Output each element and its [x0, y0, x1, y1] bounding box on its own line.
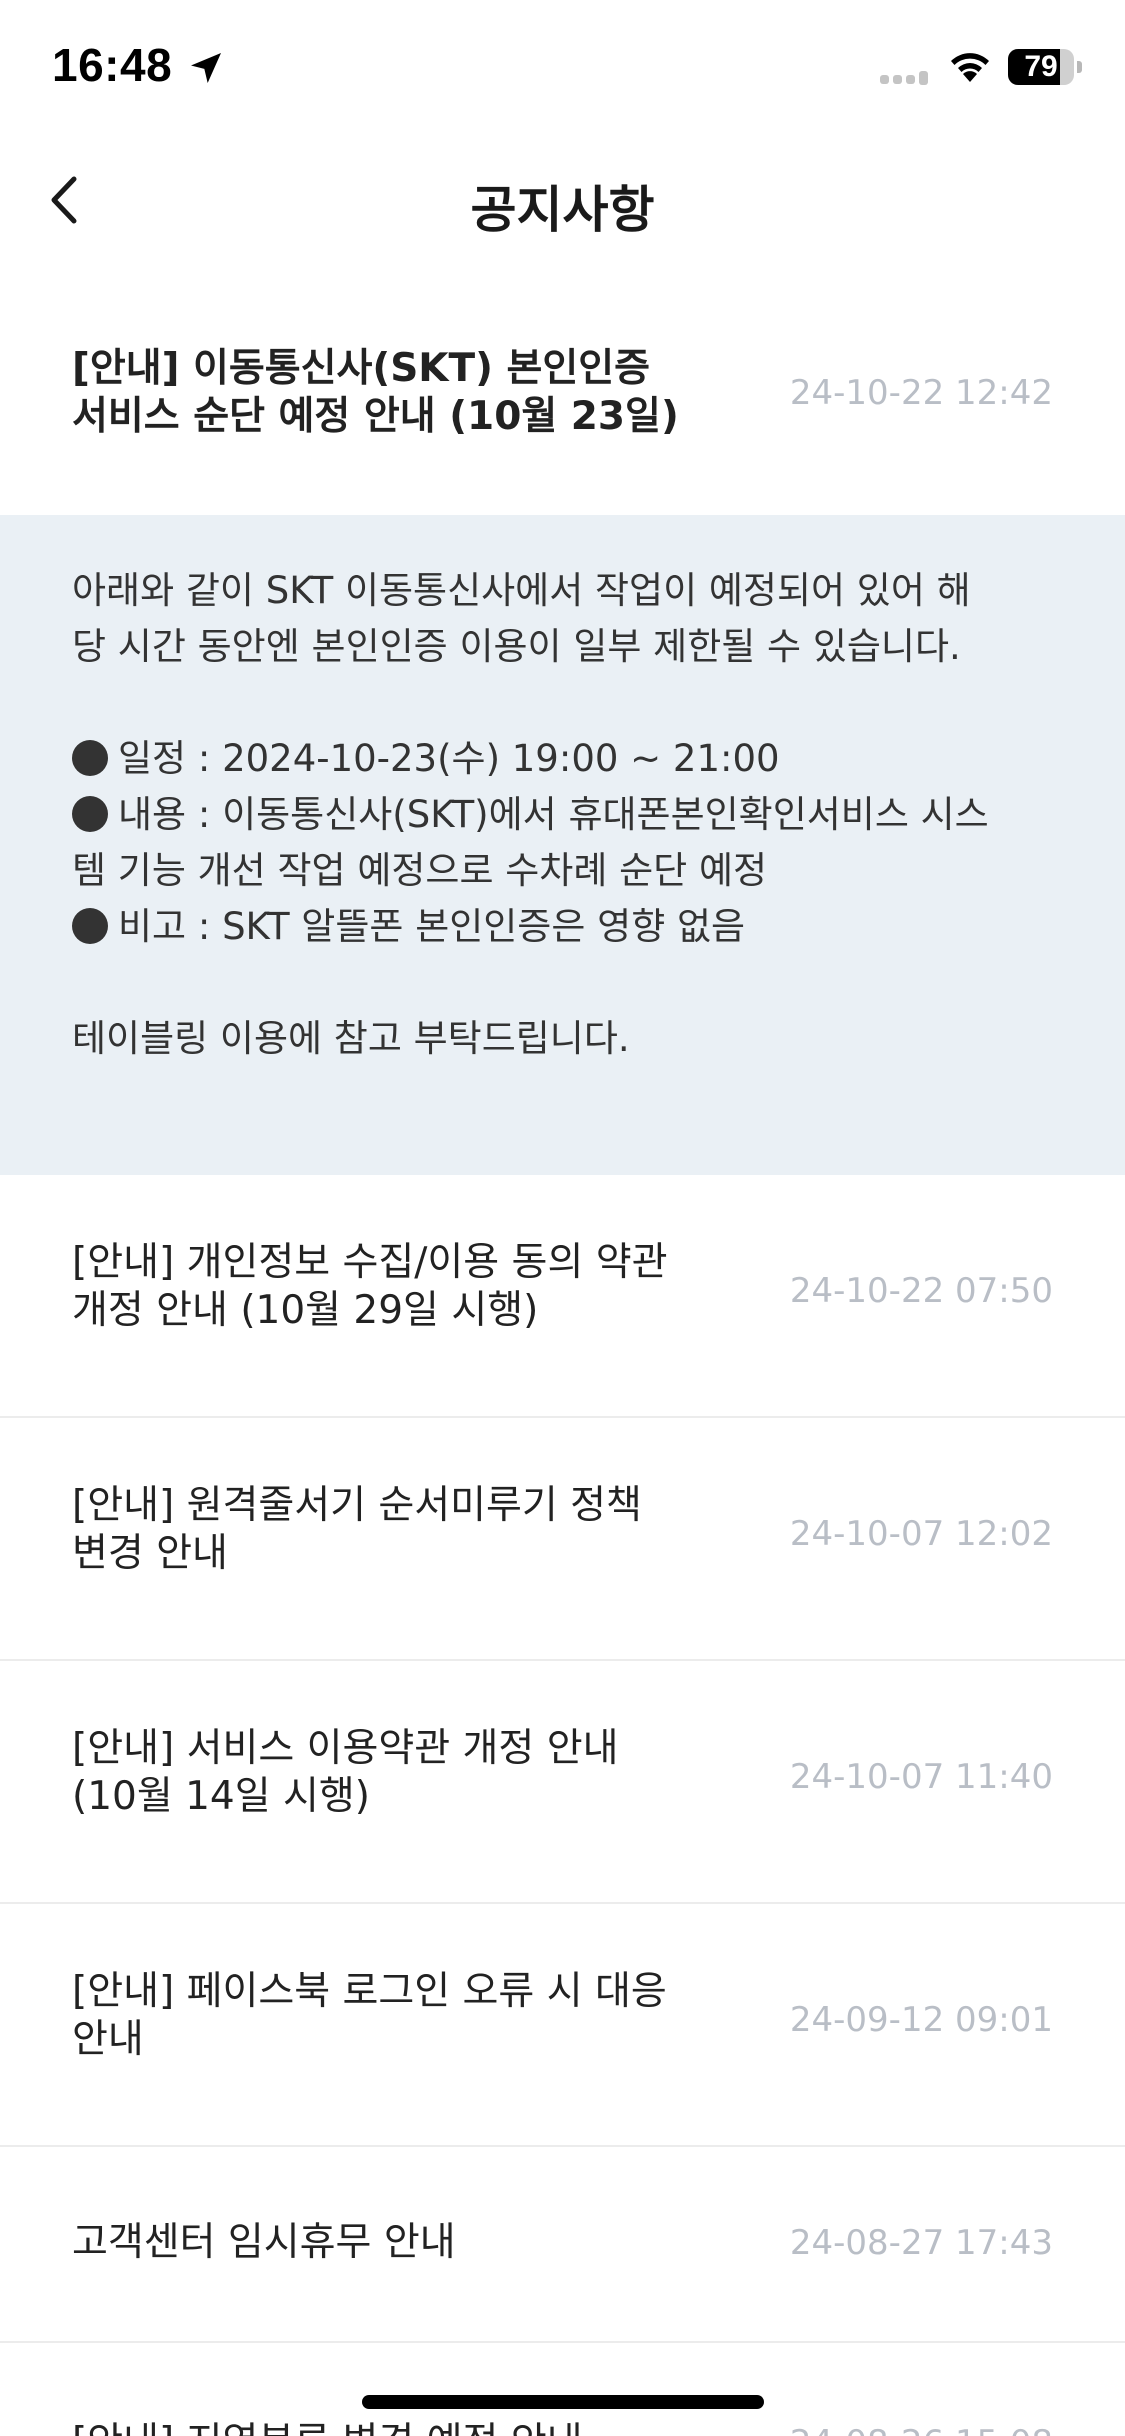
- bullet-icon: [72, 796, 108, 832]
- home-indicator[interactable]: [362, 2395, 764, 2409]
- notice-title: [안내] 개인정보 수집/이용 동의 약관 개정 안내 (10월 29일 시행): [72, 1239, 742, 1335]
- body-remark-row: 비고 : SKT 알뜰폰 본인인증은 영향 없음: [72, 899, 1053, 955]
- notice-item[interactable]: [안내] 서비스 이용약관 개정 안내 (10월 14일 시행) 24-10-0…: [0, 1661, 1125, 1904]
- notice-date: 24-10-22 12:42: [789, 373, 1053, 413]
- notice-title: [안내] 서비스 이용약관 개정 안내 (10월 14일 시행): [72, 1725, 742, 1821]
- notice-date: 24-10-07 12:02: [789, 1514, 1053, 1554]
- notice-title-line2: 안내: [72, 2017, 144, 2062]
- notice-date: 24-10-22 07:50: [789, 1271, 1053, 1311]
- notice-title: 고객센터 임시휴무 안내: [72, 2219, 742, 2267]
- cellular-signal-icon: [880, 71, 928, 85]
- wifi-icon: [951, 53, 989, 82]
- body-schedule-row: 일정 : 2024-10-23(수) 19:00 ~ 21:00: [72, 731, 1053, 787]
- battery-tip: [1077, 61, 1082, 73]
- notice-screen: 16:48 79 공지사항 [안내] 이동통신사(SKT) 본인인증 서비스 순…: [0, 0, 1125, 2436]
- battery-level: 79: [1024, 50, 1058, 83]
- notice-title: [안내] 페이스북 로그인 오류 시 대응 안내: [72, 1968, 742, 2064]
- notice-title: [안내] 지역분류 변경 예정 안내: [72, 2419, 742, 2436]
- notice-title-line1: [안내] 지역분류 변경 예정 안내: [72, 2419, 742, 2436]
- body-intro-line1: 아래와 같이 SKT 이동통신사에서 작업이 예정되어 있어 해: [72, 569, 971, 612]
- notice-list: [안내] 이동통신사(SKT) 본인인증 서비스 순단 예정 안내 (10월 2…: [0, 275, 1125, 2436]
- body-content-line2: 템 기능 개선 작업 예정으로 수차례 순단 예정: [72, 849, 768, 892]
- body-closing: 테이블링 이용에 참고 부탁드립니다.: [72, 1017, 630, 1060]
- notice-item[interactable]: [안내] 페이스북 로그인 오류 시 대응 안내 24-09-12 09:01: [0, 1904, 1125, 2147]
- notice-item[interactable]: [안내] 개인정보 수집/이용 동의 약관 개정 안내 (10월 29일 시행)…: [0, 1175, 1125, 1418]
- body-content-row: 내용 : 이동통신사(SKT)에서 휴대폰본인확인서비스 시스: [72, 787, 1053, 843]
- navigation-bar: 공지사항: [0, 135, 1125, 275]
- status-time: 16:48: [52, 39, 173, 91]
- notice-title: [안내] 이동통신사(SKT) 본인인증 서비스 순단 예정 안내 (10월 2…: [72, 345, 742, 441]
- location-arrow-icon: [191, 53, 221, 83]
- notice-title-line1: 고객센터 임시휴무 안내: [72, 2220, 456, 2265]
- notice-date: 24-10-07 11:40: [789, 1757, 1053, 1797]
- body-content-line1: 내용 : 이동통신사(SKT)에서 휴대폰본인확인서비스 시스: [118, 793, 989, 836]
- notice-title-line1: [안내] 서비스 이용약관 개정 안내: [72, 1726, 619, 1771]
- battery-body: 79: [1008, 49, 1074, 85]
- notice-title-line1: [안내] 페이스북 로그인 오류 시 대응: [72, 1969, 667, 2014]
- body-remark: 비고 : SKT 알뜰폰 본인인증은 영향 없음: [118, 905, 746, 948]
- status-bar: 16:48 79: [0, 0, 1125, 135]
- bullet-icon: [72, 908, 108, 944]
- page-title: 공지사항: [470, 181, 655, 239]
- notice-date: 24-08-27 17:43: [789, 2223, 1053, 2263]
- notice-title: [안내] 원격줄서기 순서미루기 정책 변경 안내: [72, 1482, 742, 1578]
- notice-title-line2: 개정 안내 (10월 29일 시행): [72, 1288, 539, 1333]
- notice-title-line2: 변경 안내: [72, 1531, 228, 1576]
- notice-title-line1: [안내] 이동통신사(SKT) 본인인증: [72, 346, 651, 391]
- battery-indicator: 79: [1008, 49, 1082, 85]
- notice-date: 24-08-26 15:08: [790, 2423, 1053, 2436]
- notice-item[interactable]: [안내] 지역분류 변경 예정 안내 24-08-26 15:08: [0, 2343, 1125, 2436]
- notice-title-line1: [안내] 원격줄서기 순서미루기 정책: [72, 1483, 642, 1528]
- bullet-icon: [72, 740, 108, 776]
- notice-item[interactable]: 고객센터 임시휴무 안내 24-08-27 17:43: [0, 2147, 1125, 2343]
- body-intro-line2: 당 시간 동안엔 본인인증 이용이 일부 제한될 수 있습니다.: [72, 625, 961, 668]
- notice-title-line2: 서비스 순단 예정 안내 (10월 23일): [72, 394, 679, 439]
- notice-date: 24-09-12 09:01: [789, 2000, 1053, 2040]
- notice-title-line2: (10월 14일 시행): [72, 1774, 370, 1819]
- body-schedule: 일정 : 2024-10-23(수) 19:00 ~ 21:00: [118, 737, 780, 780]
- notice-title-line1: [안내] 개인정보 수집/이용 동의 약관: [72, 1240, 668, 1285]
- notice-item[interactable]: [안내] 원격줄서기 순서미루기 정책 변경 안내 24-10-07 12:02: [0, 1418, 1125, 1661]
- notice-body: 아래와 같이 SKT 이동통신사에서 작업이 예정되어 있어 해 당 시간 동안…: [0, 515, 1125, 1175]
- notice-item-expanded[interactable]: [안내] 이동통신사(SKT) 본인인증 서비스 순단 예정 안내 (10월 2…: [0, 275, 1125, 515]
